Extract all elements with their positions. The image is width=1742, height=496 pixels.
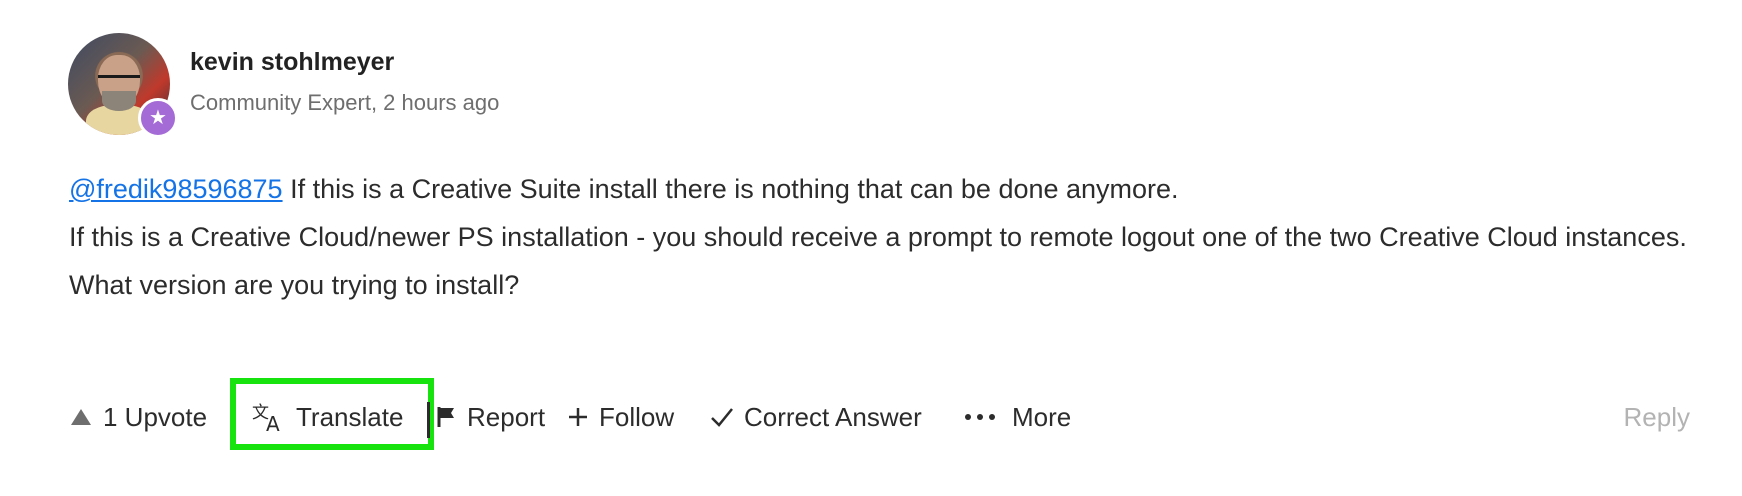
user-mention-link[interactable]: @fredik98596875 bbox=[69, 174, 283, 204]
svg-text:A: A bbox=[266, 412, 280, 433]
correct-answer-button[interactable]: Correct Answer bbox=[710, 392, 922, 442]
more-label: More bbox=[1012, 401, 1072, 432]
post-line-1: @fredik98596875 If this is a Creative Su… bbox=[69, 165, 1709, 213]
report-label: Report bbox=[467, 401, 546, 432]
plus-icon bbox=[567, 406, 589, 428]
report-button[interactable]: Report bbox=[437, 392, 545, 442]
post-line-3: What version are you trying to install? bbox=[69, 270, 520, 300]
author-meta: Community Expert, 2 hours ago bbox=[190, 90, 500, 115]
correct-answer-label: Correct Answer bbox=[744, 401, 922, 432]
more-dots-icon bbox=[964, 412, 996, 422]
checkmark-icon bbox=[710, 406, 734, 428]
avatar-beard bbox=[102, 91, 136, 111]
post-line-1-text: If this is a Creative Suite install ther… bbox=[282, 174, 1179, 204]
flag-icon bbox=[437, 405, 457, 429]
upvote-label: 1 Upvote bbox=[103, 401, 208, 432]
reply-button[interactable]: Reply bbox=[1624, 392, 1690, 442]
more-button[interactable]: More bbox=[964, 392, 1071, 442]
star-badge-icon: ★ bbox=[138, 98, 178, 138]
post-line-2: If this is a Creative Cloud/newer PS ins… bbox=[69, 222, 1687, 252]
upvote-button[interactable]: 1 Upvote bbox=[69, 392, 207, 442]
follow-button[interactable]: Follow bbox=[567, 392, 674, 442]
author-name[interactable]: kevin stohlmeyer bbox=[190, 48, 394, 77]
translate-button[interactable]: 文 A Translate bbox=[252, 392, 403, 442]
upvote-triangle-icon bbox=[69, 407, 93, 427]
action-bar: 1 Upvote 文 A Translate Report Follow Cor… bbox=[0, 392, 1742, 442]
translate-label: Translate bbox=[296, 401, 404, 432]
avatar-glasses bbox=[98, 75, 140, 88]
translate-icon: 文 A bbox=[252, 401, 286, 433]
follow-label: Follow bbox=[599, 401, 675, 432]
post-body: @fredik98596875 If this is a Creative Su… bbox=[69, 165, 1709, 309]
